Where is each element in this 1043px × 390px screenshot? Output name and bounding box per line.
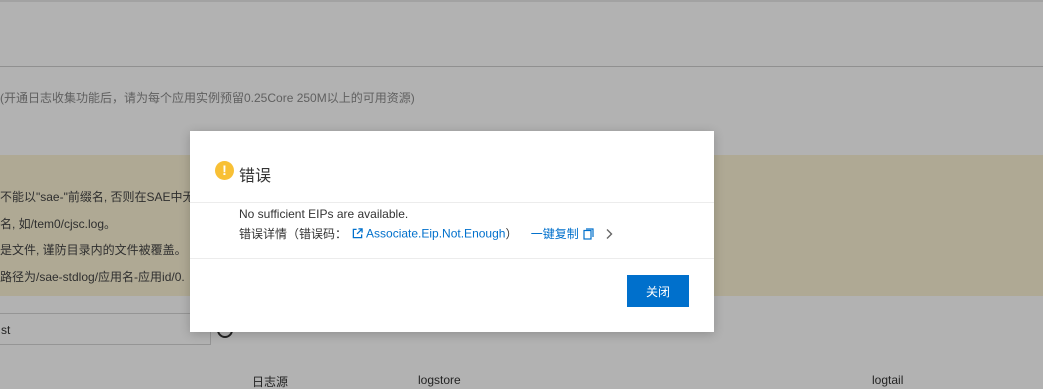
- dialog-body: No sufficient EIPs are available. 错误详情（错…: [190, 203, 714, 259]
- copy-icon[interactable]: [583, 227, 594, 240]
- error-dialog: ! 错误 No sufficient EIPs are available. 错…: [190, 131, 714, 332]
- chevron-right-icon[interactable]: [604, 228, 614, 240]
- error-code-link[interactable]: Associate.Eip.Not.Enough: [366, 227, 505, 241]
- copy-button[interactable]: 一键复制: [531, 227, 579, 241]
- external-link-icon[interactable]: [352, 228, 363, 239]
- error-detail-prefix: 错误详情（错误码：: [239, 227, 348, 241]
- error-detail-suffix: ）: [505, 227, 518, 241]
- close-button[interactable]: 关闭: [627, 275, 689, 307]
- dialog-header: ! 错误: [190, 131, 714, 203]
- error-detail-row: 错误详情（错误码： Associate.Eip.Not.Enough） 一键复制: [239, 225, 614, 242]
- error-message: No sufficient EIPs are available.: [239, 207, 409, 221]
- warning-icon: !: [215, 161, 234, 180]
- dialog-title: 错误: [239, 168, 272, 185]
